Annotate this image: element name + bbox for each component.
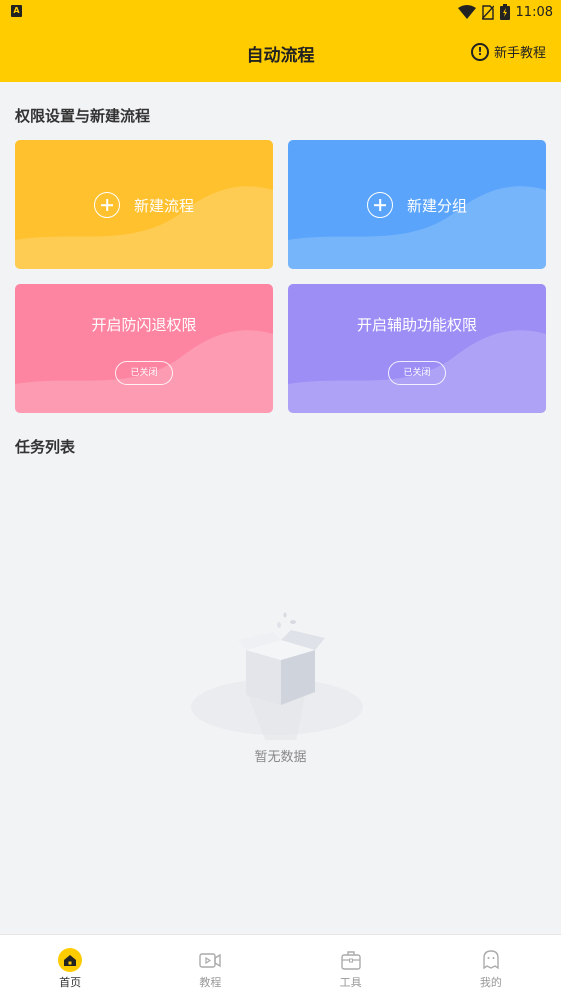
toolbox-icon [340, 951, 361, 970]
anti-crash-label: 开启防闪退权限 [91, 316, 197, 334]
empty-state [0, 610, 561, 740]
status-bar: A 11:08 [0, 0, 561, 24]
nav-label-home: 首页 [59, 976, 82, 989]
plus-circle-icon [366, 192, 393, 218]
nav-item-tutorial[interactable]: 教程 [140, 935, 280, 997]
app-header: A 11:08 自动流程 ! 新手教程 [0, 0, 561, 82]
task-list-title: 任务列表 [15, 438, 76, 456]
accessibility-status-badge[interactable]: 已关闭 [388, 361, 446, 385]
nav-item-home[interactable]: 首页 [0, 935, 140, 997]
anti-crash-permission-card[interactable]: 开启防闪退权限 已关闭 [15, 284, 273, 413]
nav-label-tools: 工具 [339, 976, 362, 989]
nav-item-tools[interactable]: 工具 [281, 935, 421, 997]
bottom-navigation: 首页 教程 工具 我的 [0, 934, 561, 997]
permissions-section-title: 权限设置与新建流程 [15, 107, 151, 125]
empty-state-text: 暂无数据 [254, 750, 307, 765]
accessibility-permission-card[interactable]: 开启辅助功能权限 已关闭 [288, 284, 546, 413]
card-wave-decoration [15, 330, 273, 413]
tutorial-label: 新手教程 [493, 46, 546, 61]
nav-item-profile[interactable]: 我的 [421, 935, 561, 997]
no-sim-icon [481, 4, 494, 20]
home-icon [58, 948, 83, 972]
battery-icon [499, 4, 510, 20]
new-group-card[interactable]: 新建分组 [288, 140, 546, 269]
new-flow-label: 新建流程 [133, 196, 194, 215]
empty-box-icon [190, 612, 363, 740]
title-bar: 自动流程 ! 新手教程 [0, 24, 561, 82]
profile-icon [483, 950, 499, 970]
new-flow-content: 新建流程 [15, 192, 273, 218]
nav-label-profile: 我的 [479, 976, 502, 989]
accessibility-label: 开启辅助功能权限 [356, 316, 477, 334]
wifi-icon [457, 5, 476, 19]
tutorial-button[interactable]: ! 新手教程 [470, 42, 546, 61]
card-wave-decoration [288, 330, 546, 413]
new-flow-card[interactable]: 新建流程 [15, 140, 273, 269]
clock: 11:08 [515, 4, 553, 20]
anti-crash-status-badge[interactable]: 已关闭 [115, 361, 173, 385]
nav-label-tutorial: 教程 [199, 976, 222, 989]
info-icon: ! [470, 42, 489, 61]
video-icon [199, 953, 222, 968]
new-group-content: 新建分组 [288, 192, 546, 218]
notification-badge: A [11, 5, 22, 17]
new-group-label: 新建分组 [406, 196, 467, 215]
plus-circle-icon [93, 192, 120, 218]
status-icons: 11:08 [457, 2, 553, 22]
